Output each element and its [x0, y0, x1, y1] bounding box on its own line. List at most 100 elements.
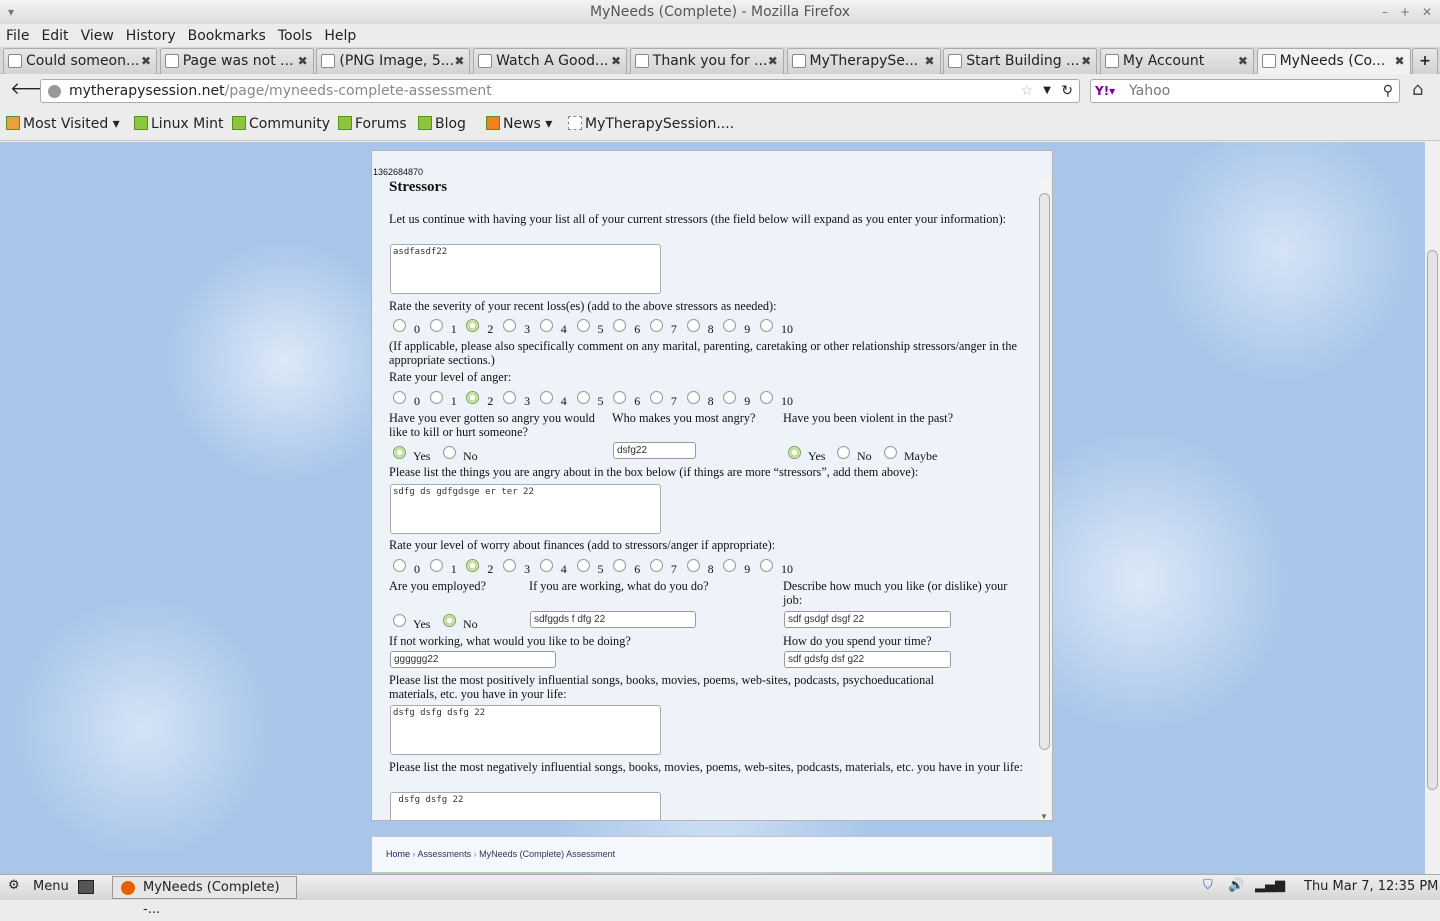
time-input[interactable]: sdf gdsfg dsf g22	[784, 651, 951, 668]
taskbar-window-button[interactable]: MyNeeds (Complete) -...	[112, 876, 297, 917]
tab-close-icon[interactable]: ✖	[298, 49, 308, 73]
loss-radio-0[interactable]	[393, 319, 406, 332]
violent-radio-yes[interactable]	[788, 446, 801, 459]
finances-radio-4[interactable]	[539, 559, 553, 572]
menu-tools[interactable]: Tools	[272, 25, 319, 47]
start-menu-button[interactable]: Menu	[33, 879, 69, 894]
tab-close-icon[interactable]: ✖	[1081, 49, 1091, 73]
anger-radio-0[interactable]	[393, 391, 406, 404]
anger-radio-2[interactable]	[466, 391, 480, 404]
anger-radio-4[interactable]	[539, 391, 553, 404]
tab-close-icon[interactable]: ✖	[924, 49, 934, 73]
loss-radio-7[interactable]	[649, 319, 663, 332]
search-icon[interactable]: ⚲	[1383, 80, 1393, 102]
bookmark-2[interactable]: Community	[232, 116, 330, 132]
bookmark-4[interactable]: Blog	[418, 116, 466, 132]
anger-radio-1[interactable]	[429, 391, 443, 404]
loss-radio-9[interactable]	[723, 319, 737, 332]
tab-close-icon[interactable]: ✖	[1238, 49, 1248, 73]
loss-radio-3[interactable]	[503, 319, 517, 332]
finances-radio-10[interactable]	[760, 559, 773, 572]
finances-radio-0[interactable]	[393, 559, 406, 572]
loss-radio-8[interactable]	[686, 319, 700, 332]
anger-radio-3[interactable]	[503, 391, 517, 404]
tab-7[interactable]: My Account ✖	[1099, 48, 1254, 74]
finances-radio-3[interactable]	[503, 559, 517, 572]
breadcrumb-home[interactable]: Home	[386, 849, 410, 859]
violent-radio-no[interactable]	[837, 446, 850, 459]
breadcrumb-assessments[interactable]: Assessments	[418, 849, 472, 859]
loss-radio-10[interactable]	[760, 319, 773, 332]
anger-radio-7[interactable]	[649, 391, 663, 404]
bookmark-star-icon[interactable]: ☆	[1020, 80, 1033, 102]
positive-textarea[interactable]: dsfg dsfg dsfg 22	[390, 705, 661, 755]
loss-radio-1[interactable]	[429, 319, 443, 332]
inner-scrollbar[interactable]: ▼	[1038, 179, 1051, 820]
menu-file[interactable]: File	[0, 25, 35, 47]
job-input[interactable]: sdfggds f dfg 22	[530, 611, 696, 628]
finances-radio-6[interactable]	[613, 559, 627, 572]
close-window-button[interactable]: ✕	[1422, 0, 1432, 24]
anger-radio-10[interactable]	[760, 391, 773, 404]
menu-help[interactable]: Help	[318, 25, 362, 47]
tab-5[interactable]: MyTherapySe... ✖	[786, 48, 941, 74]
yahoo-icon[interactable]: Y!▾	[1095, 80, 1115, 102]
scroll-down-arrow-icon[interactable]: ▼	[1040, 812, 1048, 820]
minimize-button[interactable]: –	[1382, 0, 1388, 24]
loss-radio-2[interactable]	[466, 319, 480, 332]
menu-history[interactable]: History	[120, 25, 182, 47]
anger-radio-6[interactable]	[613, 391, 627, 404]
new-tab-button[interactable]: +	[1412, 48, 1438, 74]
bookmark-5[interactable]: News ▾	[486, 116, 552, 132]
finances-radio-8[interactable]	[686, 559, 700, 572]
volume-icon[interactable]: 🔊	[1228, 878, 1244, 893]
menu-view[interactable]: View	[75, 25, 120, 47]
finances-radio-7[interactable]	[649, 559, 663, 572]
reload-icon[interactable]: ↻	[1061, 80, 1073, 102]
tab-0[interactable]: Could someon... ✖	[3, 48, 157, 74]
anger-radio-9[interactable]	[723, 391, 737, 404]
maximize-button[interactable]: +	[1400, 0, 1410, 24]
kill-radio-no[interactable]	[443, 446, 456, 459]
employed-radio-yes[interactable]	[393, 614, 406, 627]
angry-list-textarea[interactable]: sdfg ds gdfgdsge er ter 22	[390, 484, 661, 534]
employed-radio-no[interactable]	[443, 614, 456, 627]
loss-radio-5[interactable]	[576, 319, 590, 332]
shield-icon[interactable]: ⛉	[1203, 878, 1213, 893]
terminal-icon[interactable]	[78, 880, 94, 894]
violent-radio-maybe[interactable]	[884, 446, 897, 459]
tab-close-icon[interactable]: ✖	[454, 49, 464, 73]
url-bar[interactable]: mytherapysession.net/page/myneeds-comple…	[40, 79, 1080, 103]
negative-textarea[interactable]: dsfg dsfg 22	[390, 792, 661, 820]
tab-2[interactable]: (PNG Image, 5... ✖	[316, 48, 471, 74]
tab-6[interactable]: Start Building ... ✖	[943, 48, 1098, 74]
tab-close-icon[interactable]: ✖	[1395, 49, 1405, 73]
tab-close-icon[interactable]: ✖	[768, 49, 778, 73]
who-input[interactable]: dsfg22	[613, 442, 696, 459]
bookmark-0[interactable]: Most Visited ▾	[6, 116, 120, 132]
kill-radio-yes[interactable]	[393, 446, 406, 459]
tab-4[interactable]: Thank you for ... ✖	[629, 48, 784, 74]
like-job-input[interactable]: sdf gsdgf dsgf 22	[784, 611, 951, 628]
bookmark-6[interactable]: MyTherapySession....	[568, 116, 734, 132]
search-bar[interactable]: Y!▾ Yahoo ⚲	[1090, 79, 1400, 103]
page-scrollbar[interactable]	[1425, 142, 1440, 874]
tab-close-icon[interactable]: ✖	[611, 49, 621, 73]
finances-radio-9[interactable]	[723, 559, 737, 572]
bookmark-1[interactable]: Linux Mint	[134, 116, 224, 132]
not-working-input[interactable]: gggggg22	[390, 651, 556, 668]
stressors-textarea[interactable]: asdfasdf22	[390, 244, 661, 294]
menu-edit[interactable]: Edit	[35, 25, 74, 47]
tab-8[interactable]: MyNeeds (Co... ✖	[1256, 48, 1411, 74]
loss-radio-4[interactable]	[539, 319, 553, 332]
anger-radio-5[interactable]	[576, 391, 590, 404]
tab-close-icon[interactable]: ✖	[141, 49, 151, 73]
tab-3[interactable]: Watch A Good... ✖	[473, 48, 628, 74]
tab-1[interactable]: Page was not ... ✖	[159, 48, 314, 74]
anger-radio-8[interactable]	[686, 391, 700, 404]
page-scrollbar-thumb[interactable]	[1427, 250, 1438, 790]
menu-bookmarks[interactable]: Bookmarks	[182, 25, 272, 47]
finances-radio-1[interactable]	[429, 559, 443, 572]
bookmark-3[interactable]: Forums	[338, 116, 407, 132]
window-menu-icon[interactable]: ▾	[8, 0, 14, 24]
